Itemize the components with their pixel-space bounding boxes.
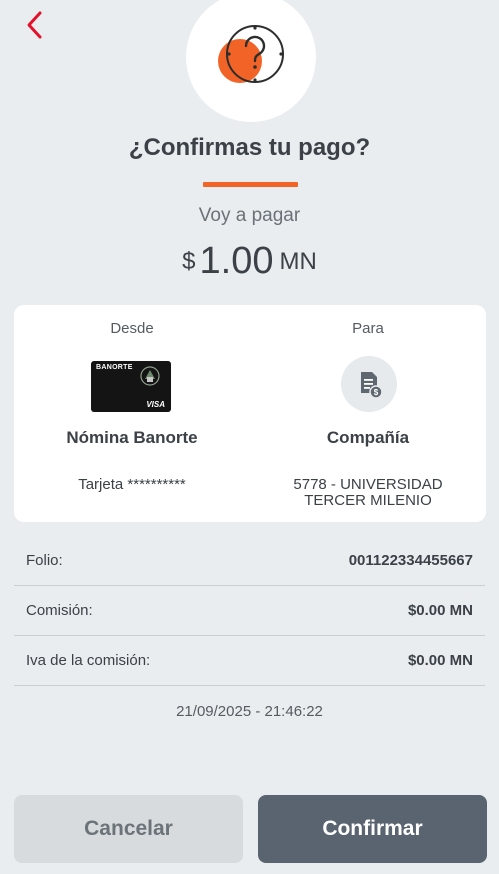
bank-card-image: BANORTE VISA	[91, 361, 171, 412]
amount-value: 1.00	[199, 240, 274, 282]
detail-label: Comisión:	[26, 602, 93, 619]
detail-label: Folio:	[26, 552, 63, 569]
from-heading: Desde	[110, 320, 154, 337]
confirm-button[interactable]: Confirmar	[258, 795, 487, 863]
to-detail-line2: TERCER MILENIO	[304, 492, 432, 509]
payee-icon-circle: $	[341, 356, 397, 412]
to-heading: Para	[352, 320, 384, 337]
payment-amount: $1.00 MN	[0, 240, 499, 283]
back-button[interactable]	[20, 8, 50, 42]
card-brand: BANORTE	[96, 364, 133, 371]
to-account-name: Compañía	[326, 428, 410, 447]
from-account-name: Nómina Banorte	[66, 428, 198, 447]
from-column: Desde BANORTE VISA Nómina Banorte Tarjet…	[14, 305, 250, 522]
page-title: ¿Confirmas tu pago?	[128, 134, 371, 161]
to-column: Para $ Compañía 5778 - UNIVERSIDAD TERCE…	[250, 305, 486, 522]
question-coin-icon	[218, 25, 284, 83]
payment-subtitle: Voy a pagar	[198, 205, 301, 226]
to-detail-line1: 5778 - UNIVERSIDAD	[293, 476, 443, 493]
hero-badge	[186, 0, 316, 122]
detail-value: $0.00 MN	[407, 602, 473, 619]
payment-details-list: Folio: 001122334455667 Comisión: $0.00 M…	[14, 536, 485, 686]
transaction-timestamp: 21/09/2025 - 21:46:22	[176, 703, 323, 720]
title-accent-bar	[203, 182, 298, 187]
cancel-button[interactable]: Cancelar	[14, 795, 243, 863]
card-network: VISA	[146, 400, 165, 409]
amount-unit: MN	[279, 248, 317, 275]
detail-value: 001122334455667	[348, 552, 473, 569]
transfer-summary-card: Desde BANORTE VISA Nómina Banorte Tarjet…	[14, 305, 486, 522]
detail-row-commission: Comisión: $0.00 MN	[14, 586, 485, 636]
card-emblem-icon	[140, 366, 160, 386]
detail-row-folio: Folio: 001122334455667	[14, 536, 485, 586]
amount-currency: $	[182, 248, 196, 275]
detail-row-commission-tax: Iva de la comisión: $0.00 MN	[14, 636, 485, 686]
chevron-left-icon	[27, 11, 42, 39]
detail-value: $0.00 MN	[407, 652, 473, 669]
document-payment-icon: $	[361, 372, 383, 399]
to-account-detail: 5778 - UNIVERSIDAD TERCER MILENIO	[250, 477, 486, 509]
from-account-detail: Tarjeta **********	[78, 476, 186, 493]
svg-text:$: $	[374, 388, 379, 397]
detail-label: Iva de la comisión:	[26, 652, 151, 669]
